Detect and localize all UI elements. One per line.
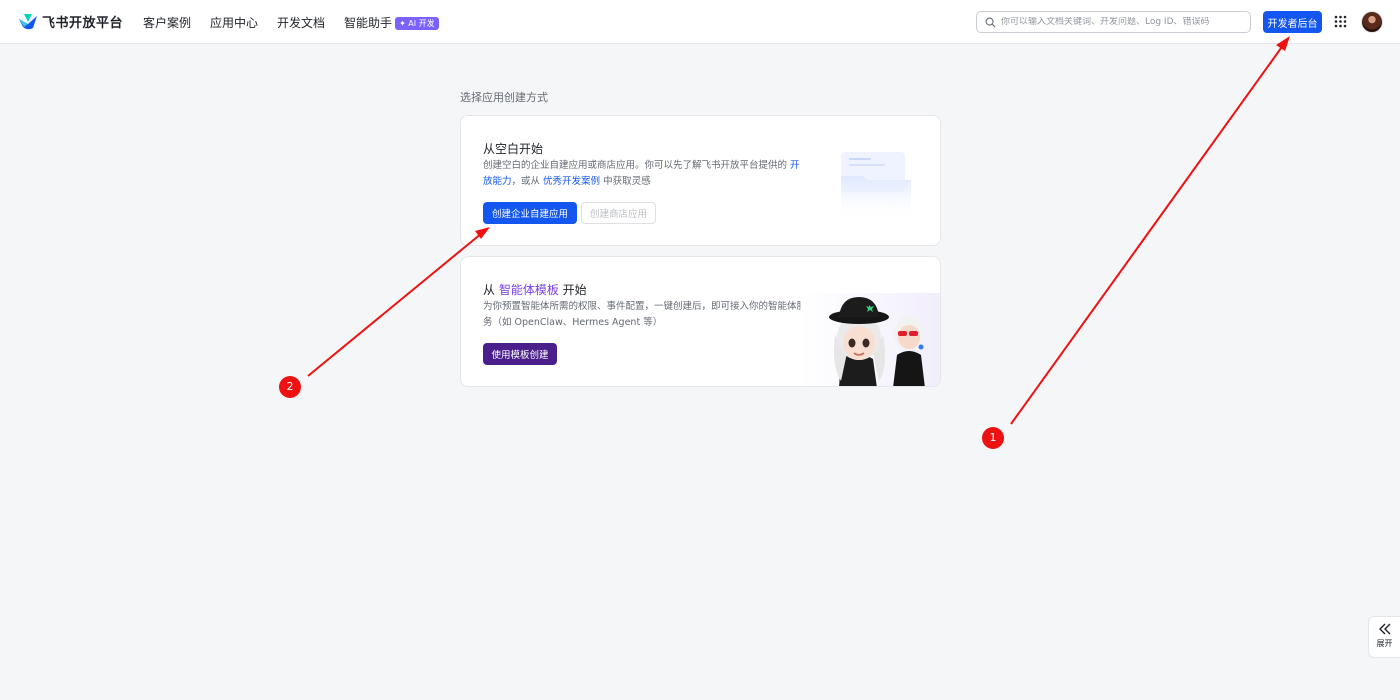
agent-characters-illustration — [801, 293, 940, 386]
folder-illustration-icon — [841, 152, 911, 222]
template-card-description: 为你预置智能体所需的权限、事件配置，一键创建后，即可接入你的智能体服务（如 Op… — [483, 301, 807, 328]
create-custom-app-button[interactable]: 创建企业自建应用 — [483, 202, 577, 224]
ai-dev-badge: ✦ AI 开发 — [395, 16, 439, 30]
use-template-button[interactable]: 使用模板创建 — [483, 343, 557, 365]
blank-start-card: 从空白开始 创建空白的企业自建应用或商店应用。你可以先了解飞书开放平台提供的 开… — [460, 115, 941, 246]
nav-item-smart-assistant-label: 智能助手 — [344, 15, 393, 30]
create-store-app-button: 创建商店应用 — [581, 202, 656, 224]
top-navigation-bar: 飞书开放平台 客户案例 应用中心 开发文档 智能助手✦ AI 开发 开发者后台 — [0, 0, 1400, 44]
logo[interactable]: 飞书开放平台 — [18, 12, 123, 31]
annotation-marker-2: 2 — [279, 376, 301, 398]
main-nav: 客户案例 应用中心 开发文档 智能助手 ✦ AI 开发 — [143, 0, 458, 44]
search-box[interactable] — [976, 11, 1251, 33]
blank-desc-text-3: 中获取灵感 — [600, 176, 651, 187]
logo-text: 飞书开放平台 — [42, 16, 124, 31]
template-title-text-1: 从 — [483, 283, 499, 297]
nav-item-app-center[interactable]: 应用中心 — [210, 14, 258, 31]
search-icon — [985, 17, 996, 27]
expand-panel-tab[interactable]: 展开 — [1368, 616, 1400, 658]
section-title: 选择应用创建方式 — [460, 91, 548, 104]
template-card-title: 从 智能体模板 开始 — [483, 281, 587, 298]
excellent-cases-link[interactable]: 优秀开发案例 — [543, 176, 600, 187]
nav-item-smart-assistant[interactable]: 智能助手 ✦ AI 开发 — [344, 14, 439, 31]
grid-icon[interactable] — [1334, 15, 1347, 28]
annotation-marker-1: 1 — [982, 427, 1004, 449]
blank-card-description: 创建空白的企业自建应用或商店应用。你可以先了解飞书开放平台提供的 开放能力，或从… — [483, 158, 808, 190]
nav-item-dev-docs[interactable]: 开发文档 — [277, 14, 325, 31]
feishu-logo-icon — [19, 13, 37, 29]
blank-desc-text-2: ，或从 — [511, 176, 544, 187]
nav-item-customer-cases[interactable]: 客户案例 — [143, 14, 191, 31]
agent-template-card: 从 智能体模板 开始 为你预置智能体所需的权限、事件配置，一键创建后，即可接入你… — [460, 256, 941, 387]
double-chevron-left-icon — [1378, 623, 1390, 635]
developer-console-button[interactable]: 开发者后台 — [1263, 11, 1322, 33]
search-input[interactable] — [1001, 17, 1246, 27]
avatar[interactable] — [1361, 11, 1383, 33]
blank-desc-text-1: 创建空白的企业自建应用或商店应用。你可以先了解飞书开放平台提供的 — [483, 160, 791, 171]
blank-card-title: 从空白开始 — [483, 142, 544, 156]
expand-label: 展开 — [1376, 639, 1393, 648]
agent-template-link[interactable]: 智能体模板 — [499, 283, 559, 297]
template-title-text-2: 开始 — [558, 283, 587, 297]
annotation-arrow-1 — [1010, 36, 1290, 425]
